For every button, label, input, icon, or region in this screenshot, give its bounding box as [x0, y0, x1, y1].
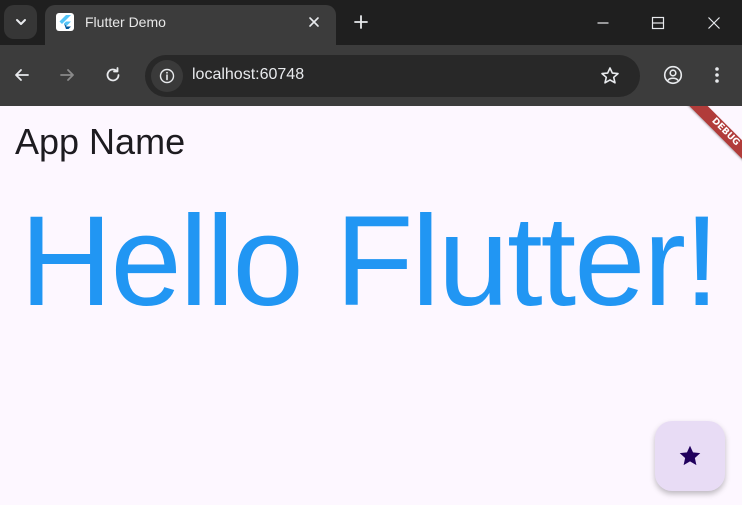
app-name-title: App Name — [15, 121, 186, 162]
browser-tab[interactable]: Flutter Demo — [45, 5, 336, 45]
flutter-logo-icon — [56, 13, 74, 31]
hello-headline: Hello Flutter! — [20, 190, 720, 333]
back-arrow-icon — [15, 69, 29, 81]
reload-button[interactable] — [101, 63, 125, 87]
account-icon — [663, 65, 683, 85]
maximize-icon — [651, 16, 665, 29]
floating-action-button[interactable] — [655, 421, 725, 491]
star-icon — [679, 445, 701, 466]
tab-close-button[interactable] — [304, 12, 324, 32]
forward-button[interactable] — [55, 63, 79, 87]
profile-button[interactable] — [661, 63, 685, 87]
browser-toolbar: localhost:60748 — [0, 45, 742, 106]
new-tab-button[interactable] — [349, 10, 373, 34]
forward-arrow-icon — [60, 69, 74, 81]
maximize-button[interactable] — [630, 0, 686, 45]
reload-icon — [106, 67, 120, 82]
minimize-button-real[interactable] — [575, 0, 631, 45]
site-info-button[interactable] — [151, 60, 183, 92]
back-button[interactable] — [10, 63, 34, 87]
url-text: localhost:60748 — [192, 66, 305, 83]
close-icon — [708, 16, 720, 29]
close-icon — [309, 17, 319, 27]
plus-icon — [354, 15, 368, 29]
window-close-button[interactable] — [686, 0, 742, 45]
debug-banner: DEBUG — [681, 106, 742, 176]
chevron-down-icon — [15, 19, 26, 25]
minimize-icon — [597, 21, 609, 24]
menu-button[interactable] — [705, 63, 729, 87]
app-viewport: App Name Hello Flutter! DEBUG — [0, 106, 742, 505]
info-icon — [159, 68, 175, 84]
address-bar[interactable]: localhost:60748 — [145, 55, 640, 97]
bookmark-button[interactable] — [598, 64, 622, 88]
tab-title: Flutter Demo — [85, 14, 166, 30]
tab-search-button[interactable] — [4, 5, 37, 39]
star-outline-icon — [601, 67, 619, 84]
kebab-menu-icon — [715, 67, 719, 83]
